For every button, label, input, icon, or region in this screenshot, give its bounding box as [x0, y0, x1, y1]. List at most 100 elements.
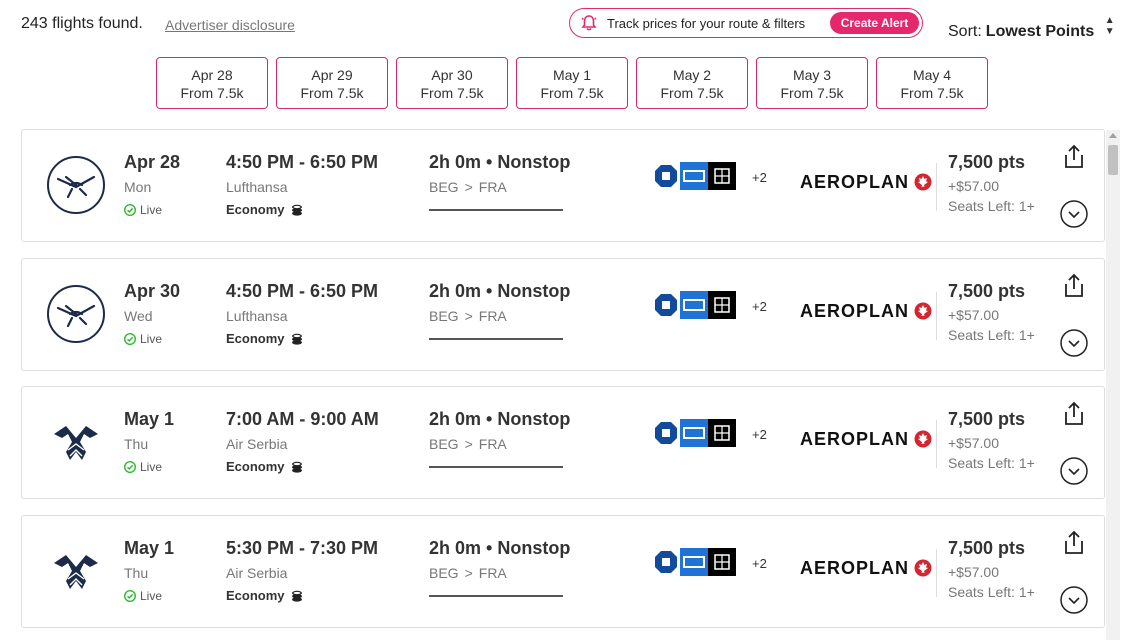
flight-card[interactable]: Apr 28 Mon Live 4:50 PM - 6:50 PM Luftha…: [21, 129, 1105, 242]
points-price: 7,500 pts: [948, 409, 1026, 429]
live-label: Live: [140, 332, 163, 346]
origin-code: BEG: [429, 308, 459, 324]
program-name: AEROPLAN: [800, 301, 910, 321]
sort-arrows-icon: ▲ ▼: [1104, 15, 1115, 37]
flight-route: BEG > FRA: [429, 436, 507, 452]
chevron-down-icon[interactable]: [1060, 329, 1088, 357]
flight-times: 5:30 PM - 7:30 PM: [226, 538, 379, 558]
program-name: AEROPLAN: [800, 558, 910, 578]
date-tab-may-3[interactable]: May 3 From 7.5k: [756, 57, 868, 109]
results-scrollbar[interactable]: [1106, 130, 1120, 640]
date-tab-may-2[interactable]: May 2 From 7.5k: [636, 57, 748, 109]
share-icon[interactable]: [1062, 530, 1086, 556]
date-tab-apr-29[interactable]: Apr 29 From 7.5k: [276, 57, 388, 109]
date-tab-date: Apr 29: [311, 67, 353, 83]
chase-card-icon: [652, 162, 680, 190]
live-status: Live: [124, 589, 162, 603]
live-check-icon: [124, 461, 136, 473]
sort-control[interactable]: Sort: Lowest Points ▲ ▼: [948, 15, 1115, 41]
maple-leaf-icon: [914, 559, 932, 577]
date-tab-price: From 7.5k: [900, 85, 964, 101]
price-divider: [936, 292, 937, 340]
more-cards-count[interactable]: +2: [752, 556, 767, 571]
program-name: AEROPLAN: [800, 172, 910, 192]
date-tab-date: Apr 28: [191, 67, 233, 83]
chevron-down-icon[interactable]: [1060, 200, 1088, 228]
live-status: Live: [124, 203, 162, 217]
scroll-up-icon[interactable]: [1109, 133, 1117, 138]
cabin-class: Economy: [226, 331, 303, 346]
cabin-label: Economy: [226, 331, 285, 346]
flight-route: BEG > FRA: [429, 308, 507, 324]
date-tab-price: From 7.5k: [660, 85, 724, 101]
chevron-down-icon[interactable]: [1060, 457, 1088, 485]
flight-card[interactable]: May 1 Thu Live 7:00 AM - 9:00 AM Air Ser…: [21, 386, 1105, 499]
date-tab-apr-30[interactable]: Apr 30 From 7.5k: [396, 57, 508, 109]
sort-label: Sort:: [948, 23, 982, 40]
taxes-fees: +$57.00: [948, 178, 999, 194]
sort-value: Lowest Points: [985, 23, 1095, 40]
chase-card-icon: [652, 548, 680, 576]
create-alert-button[interactable]: Create Alert: [830, 12, 919, 34]
flight-date: May 1: [124, 538, 175, 558]
price-divider: [936, 549, 937, 597]
flight-day-of-week: Wed: [124, 308, 153, 324]
coins-icon: [291, 204, 302, 216]
date-tab-may-4[interactable]: May 4 From 7.5k: [876, 57, 988, 109]
live-check-icon: [124, 204, 136, 216]
advertiser-disclosure-link[interactable]: Advertiser disclosure: [165, 17, 295, 33]
cabin-class: Economy: [226, 202, 303, 217]
results-count: 243 flights found.: [21, 15, 143, 32]
air-serbia-logo-icon: [54, 555, 98, 589]
points-price: 7,500 pts: [948, 538, 1026, 558]
share-icon[interactable]: [1062, 144, 1086, 170]
flight-card[interactable]: Apr 30 Wed Live 4:50 PM - 6:50 PM Luftha…: [21, 258, 1105, 371]
date-tab-price: From 7.5k: [180, 85, 244, 101]
aeroplan-program: AEROPLAN: [800, 429, 932, 450]
flight-day-of-week: Thu: [124, 436, 149, 452]
price-divider: [936, 163, 937, 211]
date-tab-date: May 1: [552, 67, 592, 83]
capital-card-icon: [708, 162, 736, 190]
amex-card-icon: [680, 548, 708, 576]
chevron-right-icon: >: [464, 308, 473, 324]
flight-card[interactable]: May 1 Thu Live 5:30 PM - 7:30 PM Air Ser…: [21, 515, 1105, 628]
maple-leaf-icon: [914, 430, 932, 448]
coins-icon: [291, 590, 302, 602]
scroll-thumb[interactable]: [1108, 145, 1118, 175]
flight-date: Apr 30: [124, 281, 181, 301]
share-icon[interactable]: [1062, 273, 1086, 299]
points-price: 7,500 pts: [948, 152, 1026, 172]
chevron-right-icon: >: [464, 565, 473, 581]
track-prices-banner: Track prices for your route & filters Cr…: [569, 8, 923, 38]
origin-code: BEG: [429, 179, 459, 195]
flight-times: 4:50 PM - 6:50 PM: [226, 152, 379, 172]
date-tab-price: From 7.5k: [300, 85, 364, 101]
chevron-down-icon[interactable]: [1060, 586, 1088, 614]
air-serbia-logo-icon: [54, 426, 98, 460]
date-tab-date: Apr 30: [431, 67, 473, 83]
destination-code: FRA: [478, 179, 507, 195]
date-tab-date: May 2: [672, 67, 712, 83]
price-divider: [936, 420, 937, 468]
date-tab-apr-28[interactable]: Apr 28 From 7.5k: [156, 57, 268, 109]
date-tab-date: May 3: [792, 67, 832, 83]
destination-code: FRA: [478, 565, 507, 581]
live-label: Live: [140, 589, 163, 603]
date-tab-may-1[interactable]: May 1 From 7.5k: [516, 57, 628, 109]
more-cards-count[interactable]: +2: [752, 427, 767, 442]
lufthansa-logo-icon: [47, 285, 105, 343]
cabin-label: Economy: [226, 588, 285, 603]
share-icon[interactable]: [1062, 401, 1086, 427]
capital-card-icon: [708, 291, 736, 319]
date-tab-price: From 7.5k: [780, 85, 844, 101]
more-cards-count[interactable]: +2: [752, 170, 767, 185]
flight-day-of-week: Mon: [124, 179, 152, 195]
live-check-icon: [124, 333, 136, 345]
origin-code: BEG: [429, 436, 459, 452]
airline-name: Air Serbia: [226, 436, 288, 452]
more-cards-count[interactable]: +2: [752, 299, 767, 314]
cabin-class: Economy: [226, 588, 303, 603]
bell-alert-icon: [581, 15, 597, 31]
amex-card-icon: [680, 291, 708, 319]
